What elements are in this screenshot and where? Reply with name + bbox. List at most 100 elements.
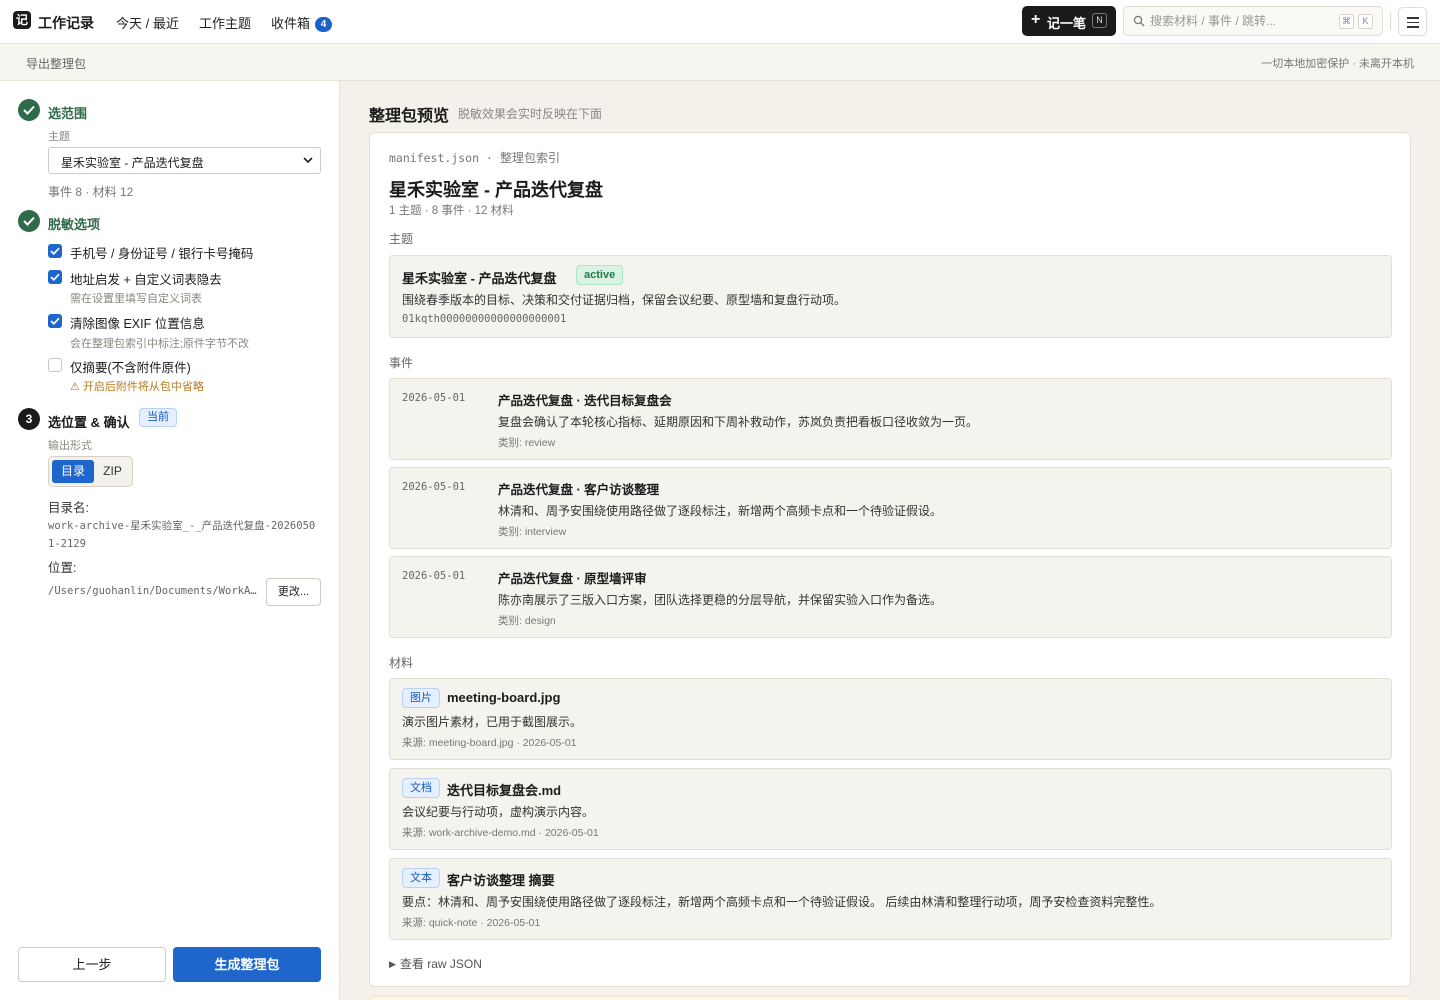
material-type-tag: 文档: [402, 778, 440, 798]
search-icon: [1133, 15, 1145, 27]
format-label: 输出形式: [48, 440, 92, 452]
section-events-label: 事件: [389, 356, 414, 370]
app-title: 工作记录: [38, 15, 94, 31]
checkbox-strip-exif[interactable]: [48, 314, 62, 328]
event-card: 2026-05-01 产品迭代复盘 · 迭代目标复盘会 复盘会确认了本轮核心指标…: [389, 378, 1392, 460]
shortcut-cmd-key: ⌘: [1339, 14, 1354, 29]
material-description: 要点：林清和、周予安围绕使用路径做了逐段标注，新增两个高频卡点和一个待验证假设。…: [402, 895, 1162, 909]
scope-counts: 事件 8 · 材料 12: [48, 185, 134, 199]
plus-icon: +: [1031, 11, 1041, 28]
material-source: 来源: quick-note · 2026-05-01: [402, 917, 541, 929]
current-step-badge: 当前: [139, 408, 177, 427]
material-card: 文本 客户访谈整理 摘要 要点：林清和、周予安围绕使用路径做了逐段标注，新增两个…: [389, 858, 1392, 940]
event-category: 类别: design: [498, 615, 556, 627]
breadcrumb: 导出整理包: [26, 57, 87, 71]
topic-name: 星禾实验室 - 产品迭代复盘: [402, 271, 557, 286]
raw-json-toggle[interactable]: ▶ 查看 raw JSON: [389, 955, 482, 972]
option-label: 地址启发 + 自定义词表隐去: [70, 273, 222, 287]
manifest-filename: manifest.json: [389, 151, 480, 165]
event-description: 林清和、周予安围绕使用路径做了逐段标注，新增两个高频卡点和一个待验证假设。: [498, 504, 943, 518]
event-date: 2026-05-01: [402, 481, 466, 493]
step-title-redaction[interactable]: 脱敏选项: [48, 214, 100, 233]
divider: [1390, 12, 1391, 30]
nav-inbox[interactable]: 收件箱 4: [271, 13, 333, 32]
manifest-preview-card: manifest.json · 整理包索引 星禾实验室 - 产品迭代复盘 1 主题 …: [369, 132, 1411, 987]
option-warning: ⚠ 开启后附件将从包中省略: [70, 381, 204, 393]
event-title: 产品迭代复盘 · 客户访谈整理: [498, 483, 660, 497]
previous-step-button[interactable]: 上一步: [18, 947, 166, 982]
event-date: 2026-05-01: [402, 392, 466, 404]
shortcut-key: N: [1092, 13, 1107, 28]
pack-counts: 1 主题 · 8 事件 · 12 材料: [389, 205, 514, 217]
preview-subtitle: 脱敏效果会实时反映在下面: [458, 107, 603, 121]
topic-select-value: 星禾实验室 - 产品迭代复盘: [61, 156, 204, 170]
location-path: /Users/guohanlin/Documents/WorkArchive: [48, 585, 261, 597]
shortcut-k-key: K: [1358, 14, 1373, 29]
chevron-down-icon: [303, 157, 313, 164]
material-type-tag: 图片: [402, 688, 440, 708]
menu-icon: [1407, 17, 1419, 19]
topic-field-label: 主题: [48, 131, 70, 143]
nav-inbox-label: 收件箱: [271, 16, 311, 31]
nav-today-recent[interactable]: 今天 / 最近: [116, 13, 179, 32]
option-label: 清除图像 EXIF 位置信息: [70, 317, 205, 331]
option-label: 仅摘要(不含附件原件): [70, 361, 191, 375]
section-materials-label: 材料: [389, 656, 414, 670]
new-note-button[interactable]: + 记一笔 N: [1022, 6, 1116, 36]
section-topics-label: 主题: [389, 232, 414, 246]
material-card: 图片 meeting-board.jpg 演示图片素材，已用于截图展示。 来源:…: [389, 678, 1392, 760]
option-hint: 需在设置里填写自定义词表: [70, 293, 202, 305]
event-date: 2026-05-01: [402, 570, 466, 582]
event-title: 产品迭代复盘 · 原型墙评审: [498, 572, 647, 586]
checkbox-mask-ids[interactable]: [48, 244, 62, 258]
material-description: 演示图片素材，已用于截图展示。: [402, 715, 583, 729]
format-option-zip[interactable]: ZIP: [95, 460, 130, 483]
material-name: 客户访谈整理 摘要: [447, 873, 555, 888]
event-description: 复盘会确认了本轮核心指标、延期原因和下周补救动作，苏岚负责把看板口径收敛为一页。: [498, 415, 979, 429]
step-done-check-icon: [18, 99, 40, 121]
step-done-check-icon: [18, 210, 40, 232]
step-number-badge: 3: [18, 408, 40, 430]
search-input[interactable]: [1150, 12, 1330, 30]
step-title-scope[interactable]: 选范围: [48, 103, 87, 122]
location-label: 位置:: [48, 561, 77, 575]
manifest-header: manifest.json · 整理包索引: [389, 151, 560, 165]
preview-title: 整理包预览: [369, 108, 450, 125]
pack-title: 星禾实验室 - 产品迭代复盘: [389, 180, 603, 200]
event-card: 2026-05-01 产品迭代复盘 · 客户访谈整理 林清和、周予安围绕使用路径…: [389, 467, 1392, 549]
raw-json-label: 查看 raw JSON: [399, 957, 482, 971]
manifest-label: 整理包索引: [499, 151, 560, 165]
option-label: 手机号 / 身份证号 / 银行卡号掩码: [70, 247, 254, 261]
material-source: 来源: meeting-board.jpg · 2026-05-01: [402, 737, 577, 749]
app-logo-icon: 记: [13, 11, 31, 29]
topic-select[interactable]: 星禾实验室 - 产品迭代复盘: [48, 147, 321, 174]
generate-pack-button[interactable]: 生成整理包: [173, 947, 321, 982]
checkbox-summary-only[interactable]: [48, 358, 62, 372]
event-title: 产品迭代复盘 · 迭代目标复盘会: [498, 394, 672, 408]
change-location-button[interactable]: 更改...: [266, 578, 321, 606]
topic-description: 围绕春季版本的目标、决策和交付证据归档，保留会议纪要、原型墙和复盘行动项。: [402, 293, 847, 307]
status-badge: active: [576, 265, 624, 285]
option-hint: 会在整理包索引中标注;原件字节不改: [70, 338, 250, 350]
material-description: 会议纪要与行动项，虚构演示内容。: [402, 805, 595, 819]
topic-card: 星禾实验室 - 产品迭代复盘 active 围绕春季版本的目标、决策和交付证据归…: [389, 255, 1392, 338]
material-name: meeting-board.jpg: [447, 690, 561, 705]
privacy-note: 一切本地加密保护 · 未离开本机: [1261, 58, 1414, 70]
material-card: 文档 迭代目标复盘会.md 会议纪要与行动项，虚构演示内容。 来源: work-…: [389, 768, 1392, 850]
dirname-value: work-archive-星禾实验室_-_产品迭代复盘-20260501-212…: [48, 520, 316, 550]
event-category: 类别: interview: [498, 526, 567, 538]
new-note-label: 记一笔: [1047, 16, 1087, 31]
checkbox-hide-address[interactable]: [48, 270, 62, 284]
step-title-location: 选位置 & 确认: [48, 415, 130, 430]
event-description: 陈亦南展示了三版入口方案，团队选择更稳的分层导航，并保留实验入口作为备选。: [498, 593, 943, 607]
caret-right-icon: ▶: [389, 959, 396, 969]
format-option-directory[interactable]: 目录: [52, 460, 94, 483]
search-box[interactable]: ⌘ K: [1123, 6, 1383, 36]
top-bar: 记 工作记录 今天 / 最近 工作主题 收件箱 4 + 记一笔 N ⌘ K: [0, 0, 1440, 44]
nav-topics[interactable]: 工作主题: [199, 13, 251, 32]
menu-button[interactable]: [1398, 7, 1427, 36]
format-toggle: 目录 ZIP: [48, 456, 133, 487]
inbox-count-badge: 4: [315, 17, 333, 32]
event-category: 类别: review: [498, 437, 556, 449]
sub-bar: 导出整理包 一切本地加密保护 · 未离开本机: [0, 44, 1440, 81]
